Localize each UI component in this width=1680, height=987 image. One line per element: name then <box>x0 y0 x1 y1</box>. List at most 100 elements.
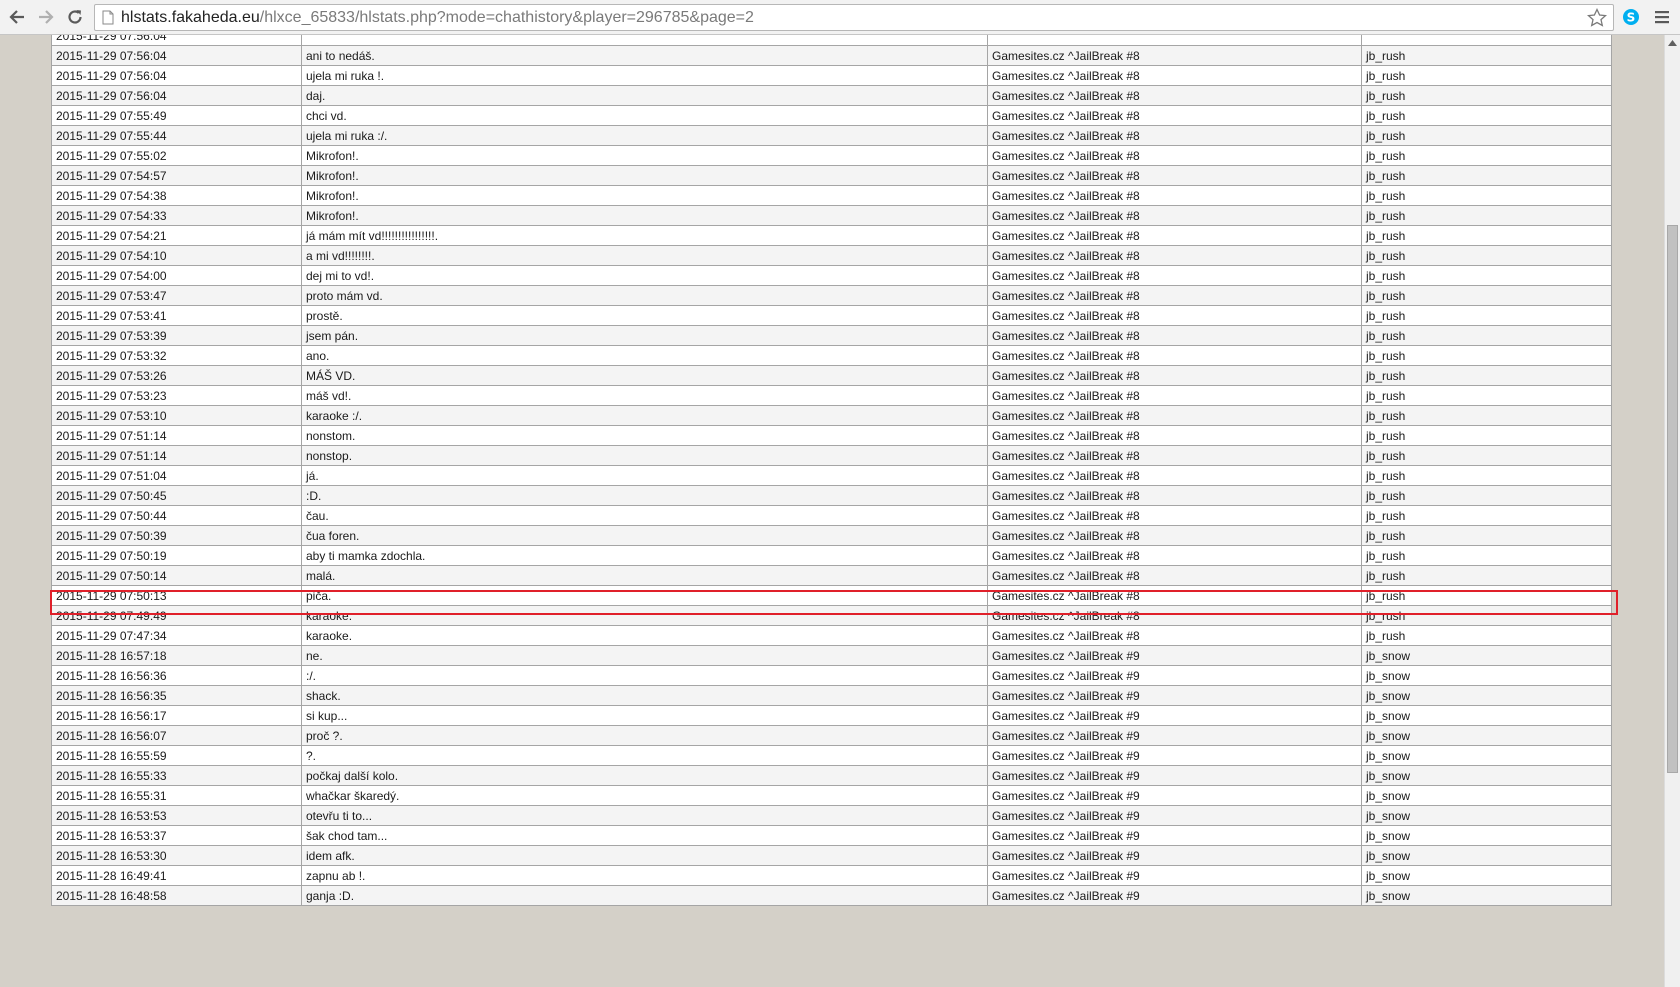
chat-cell-server: Gamesites.cz ^JailBreak #8 <box>987 265 1362 286</box>
chat-cell-server: Gamesites.cz ^JailBreak #9 <box>987 645 1362 666</box>
chat-row: 2015-11-29 07:53:41 prostě. Gamesites.cz ^… <box>51 305 1612 326</box>
chat-cell-message: aby ti mamka zdochla. <box>301 545 988 566</box>
chat-cell-server: Gamesites.cz ^JailBreak #9 <box>987 785 1362 806</box>
browser-toolbar: hlstats.fakaheda.eu/hlxce_65833/hlstats.… <box>0 0 1680 35</box>
chat-cell-message: shack. <box>301 685 988 706</box>
chat-cell-date: 2015-11-29 07:50:14 <box>51 565 302 586</box>
chat-cell-message: :/. <box>301 665 988 686</box>
chat-cell-date: 2015-11-29 07:55:49 <box>51 105 302 126</box>
chat-cell-map: jb_rush <box>1361 585 1612 606</box>
chat-cell-date: 2015-11-28 16:56:36 <box>51 665 302 686</box>
chat-cell-map: jb_snow <box>1361 845 1612 866</box>
bookmark-star-icon[interactable] <box>1587 8 1607 28</box>
chat-cell-map: jb_rush <box>1361 225 1612 246</box>
chat-cell-message: ujela mi ruka :/. <box>301 125 988 146</box>
chat-row: 2015-11-29 07:50:39 čua foren. Gamesites.c… <box>51 525 1612 546</box>
chat-cell-server: Gamesites.cz ^JailBreak #8 <box>987 325 1362 346</box>
chat-row: 2015-11-29 07:56:04 daj. Gamesites.cz ^Jai… <box>51 85 1612 106</box>
chat-cell-map: jb_rush <box>1361 105 1612 126</box>
chat-cell-map: jb_snow <box>1361 765 1612 786</box>
chat-cell-server: Gamesites.cz ^JailBreak #8 <box>987 205 1362 226</box>
chat-row: 2015-11-28 16:53:30 idem afk. Gamesites.cz… <box>51 845 1612 866</box>
chat-cell-map: jb_snow <box>1361 885 1612 906</box>
chat-cell-date: 2015-11-29 07:54:33 <box>51 205 302 226</box>
chat-cell-server: Gamesites.cz ^JailBreak #8 <box>987 485 1362 506</box>
chat-cell-message: karaoke. <box>301 605 988 626</box>
url-text[interactable]: hlstats.fakaheda.eu/hlxce_65833/hlstats.… <box>121 5 754 30</box>
chat-cell-map: jb_rush <box>1361 425 1612 446</box>
chat-row: 2015-11-29 07:53:47 proto mám vd. Gamesite… <box>51 285 1612 306</box>
chat-cell-message: MÁŠ VD. <box>301 365 988 386</box>
scrollbar-thumb[interactable] <box>1667 225 1678 773</box>
chat-cell-map: jb_snow <box>1361 805 1612 826</box>
chat-cell-server: Gamesites.cz ^JailBreak #8 <box>987 565 1362 586</box>
chat-cell-message: Mikrofon!. <box>301 165 988 186</box>
address-bar[interactable]: hlstats.fakaheda.eu/hlxce_65833/hlstats.… <box>94 4 1614 31</box>
chat-row: 2015-11-29 07:55:02 Mikrofon!. Gamesites.c… <box>51 145 1612 166</box>
chat-row: 2015-11-28 16:57:18 ne. Gamesites.cz ^Jail… <box>51 645 1612 666</box>
chat-cell-map: jb_rush <box>1361 605 1612 626</box>
chat-row: 2015-11-28 16:48:58 ganja :D. Gamesites.cz… <box>51 885 1612 906</box>
chat-cell-message: :D. <box>301 485 988 506</box>
scroll-up-button[interactable] <box>1665 35 1680 51</box>
chat-row: 2015-11-29 07:53:10 karaoke :/. Gamesites.… <box>51 405 1612 426</box>
reload-button[interactable] <box>64 6 86 28</box>
chat-cell-map: jb_rush <box>1361 285 1612 306</box>
forward-button[interactable] <box>35 6 57 28</box>
chat-cell-server: Gamesites.cz ^JailBreak #9 <box>987 725 1362 746</box>
chat-cell-server: Gamesites.cz ^JailBreak #8 <box>987 465 1362 486</box>
chat-cell-message: jsem pán. <box>301 325 988 346</box>
chat-cell-message: nonstop. <box>301 445 988 466</box>
chat-row: 2015-11-29 07:51:14 nonstom. Gamesites.cz … <box>51 425 1612 446</box>
chat-cell-date: 2015-11-29 07:56:04 <box>51 85 302 106</box>
chat-cell-server: Gamesites.cz ^JailBreak #8 <box>987 185 1362 206</box>
vertical-scrollbar[interactable] <box>1664 35 1680 987</box>
chat-cell-map: jb_rush <box>1361 625 1612 646</box>
chat-cell-map: jb_snow <box>1361 665 1612 686</box>
chat-cell-date: 2015-11-28 16:53:30 <box>51 845 302 866</box>
chat-row: 2015-11-28 16:55:33 počkaj další kolo. Gam… <box>51 765 1612 786</box>
chat-row: 2015-11-29 07:53:23 máš vd!. Gamesites.cz … <box>51 385 1612 406</box>
chat-cell-message: já. <box>301 465 988 486</box>
chat-cell-server: Gamesites.cz ^JailBreak #9 <box>987 665 1362 686</box>
chat-row: 2015-11-29 07:54:33 Mikrofon!. Gamesites.c… <box>51 205 1612 226</box>
chat-cell-date: 2015-11-29 07:55:44 <box>51 125 302 146</box>
chat-cell-map: jb_rush <box>1361 245 1612 266</box>
chat-cell-server: Gamesites.cz ^JailBreak #8 <box>987 165 1362 186</box>
chat-cell-map: jb_snow <box>1361 725 1612 746</box>
hamburger-menu-icon[interactable] <box>1654 9 1670 25</box>
chat-cell-server: Gamesites.cz ^JailBreak #8 <box>987 65 1362 86</box>
chat-row: 2015-11-28 16:55:59?. Gamesites.cz ^JailB… <box>51 745 1612 766</box>
chat-cell-date: 2015-11-29 07:53:26 <box>51 365 302 386</box>
chat-row: 2015-11-29 07:54:10 a mi vd!!!!!!!!. Games… <box>51 245 1612 266</box>
chat-row: 2015-11-29 07:55:44 ujela mi ruka :/. Game… <box>51 125 1612 146</box>
chat-cell-date: 2015-11-29 07:53:32 <box>51 345 302 366</box>
chat-row: 2015-11-28 16:56:35 shack. Gamesites.cz ^J… <box>51 685 1612 706</box>
chat-cell-map: jb_rush <box>1361 345 1612 366</box>
skype-icon[interactable]: S <box>1622 8 1640 26</box>
chat-cell-map: jb_rush <box>1361 125 1612 146</box>
page-viewport: 2015-11-29 07:56:04 2015-11-29 07:56:04 an… <box>0 35 1664 987</box>
chat-cell-map: jb_snow <box>1361 865 1612 886</box>
chat-cell-server: Gamesites.cz ^JailBreak #9 <box>987 885 1362 906</box>
chat-cell-date: 2015-11-28 16:53:37 <box>51 825 302 846</box>
chat-cell-date: 2015-11-29 07:47:34 <box>51 625 302 646</box>
chat-cell-message: počkaj další kolo. <box>301 765 988 786</box>
chat-row: 2015-11-29 07:53:26 MÁŠ VD. Gamesites.cz ^… <box>51 365 1612 386</box>
chat-cell-server: Gamesites.cz ^JailBreak #8 <box>987 245 1362 266</box>
chat-cell-message: ujela mi ruka !. <box>301 65 988 86</box>
chat-cell-message: ganja :D. <box>301 885 988 906</box>
chat-cell-map: jb_rush <box>1361 485 1612 506</box>
chat-cell-map: jb_rush <box>1361 305 1612 326</box>
chat-cell-message: Mikrofon!. <box>301 185 988 206</box>
chat-cell-message <box>301 35 988 46</box>
scroll-up-arrow-icon <box>1668 40 1677 46</box>
chat-cell-map: jb_rush <box>1361 185 1612 206</box>
chat-cell-server: Gamesites.cz ^JailBreak #9 <box>987 865 1362 886</box>
back-button[interactable] <box>6 6 28 28</box>
chat-cell-date: 2015-11-28 16:55:31 <box>51 785 302 806</box>
chat-row: 2015-11-29 07:49:49 karaoke. Gamesites.cz … <box>51 605 1612 626</box>
chat-cell-server: Gamesites.cz ^JailBreak #8 <box>987 445 1362 466</box>
chat-cell-date: 2015-11-29 07:49:49 <box>51 605 302 626</box>
chat-cell-map: jb_rush <box>1361 145 1612 166</box>
